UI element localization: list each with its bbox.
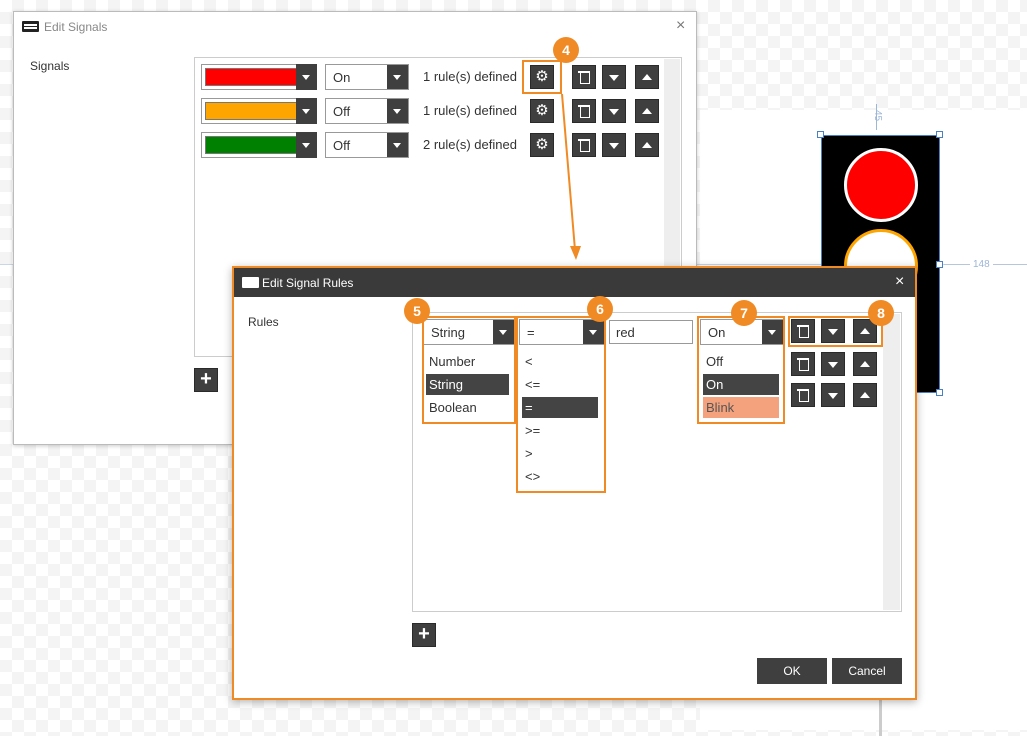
callout-badge-6: 6 [587,296,613,322]
signals-label: Signals [30,59,70,73]
select-value: On [333,70,351,85]
close-icon[interactable]: × [676,18,685,34]
trash-icon[interactable] [791,352,815,376]
close-icon[interactable]: × [895,274,904,290]
edit-signals-titlebar: Edit Signals × [14,12,696,42]
signal-state-select-1[interactable]: On [325,64,409,90]
color-dropdown-arrow[interactable] [296,98,317,124]
edit-signals-title: Edit Signals [44,20,108,34]
add-rule-button[interactable]: + [412,623,436,647]
add-signal-button[interactable]: + [194,368,218,392]
chevron-down-icon [387,65,408,89]
cancel-button[interactable]: Cancel [832,658,902,684]
chevron-down-icon [387,133,408,157]
rules-count-3: 2 rule(s) defined [423,137,517,152]
traffic-light-red [844,148,918,222]
rules-label: Rules [248,315,279,329]
arrow-down-icon[interactable] [602,99,626,123]
trash-icon[interactable] [572,65,596,89]
canvas-bottom-handle [879,700,882,736]
resize-handle[interactable] [936,261,943,268]
resize-handle[interactable] [936,131,943,138]
select-value: Off [333,138,351,153]
arrow-up-icon[interactable] [635,99,659,123]
arrow-up-icon[interactable] [853,352,877,376]
arrow-up-icon[interactable] [853,383,877,407]
select-value: Off [333,104,351,119]
dimension-right-label: 148 [970,259,993,270]
arrow-up-icon[interactable] [635,65,659,89]
resize-handle[interactable] [817,131,824,138]
rules-scrollbar[interactable] [883,314,900,610]
callout-arrow [561,93,581,260]
arrow-down-icon[interactable] [821,352,845,376]
color-dropdown-arrow[interactable] [296,64,317,90]
callout-highlight-4 [522,60,562,94]
callout-badge-8: 8 [868,300,894,326]
color-dropdown-arrow[interactable] [296,132,317,158]
trash-icon[interactable] [791,383,815,407]
callout-badge-4: 4 [553,37,579,63]
resize-handle[interactable] [936,389,943,396]
ok-button[interactable]: OK [757,658,827,684]
arrow-down-icon[interactable] [821,383,845,407]
rules-count-1: 1 rule(s) defined [423,69,517,84]
app-logo-icon [22,21,39,32]
callout-highlight-7 [697,316,785,424]
signal-state-select-3[interactable]: Off [325,132,409,158]
signal-state-select-2[interactable]: Off [325,98,409,124]
rules-count-2: 1 rule(s) defined [423,103,517,118]
edit-rules-titlebar: Edit Signal Rules × [234,268,915,297]
callout-highlight-6 [516,316,606,493]
dimension-top-label: 45 [872,109,884,122]
callout-badge-5: 5 [404,298,430,324]
chevron-down-icon [387,99,408,123]
arrow-down-icon[interactable] [602,65,626,89]
input-value: red [616,325,635,340]
callout-badge-7: 7 [731,300,757,326]
callout-highlight-5 [422,316,516,424]
app-logo-icon [242,277,259,288]
edit-rules-title: Edit Signal Rules [262,276,354,290]
arrow-down-icon[interactable] [602,133,626,157]
rule-value-input[interactable]: red [609,320,693,344]
arrow-up-icon[interactable] [635,133,659,157]
callout-highlight-8 [788,316,883,347]
